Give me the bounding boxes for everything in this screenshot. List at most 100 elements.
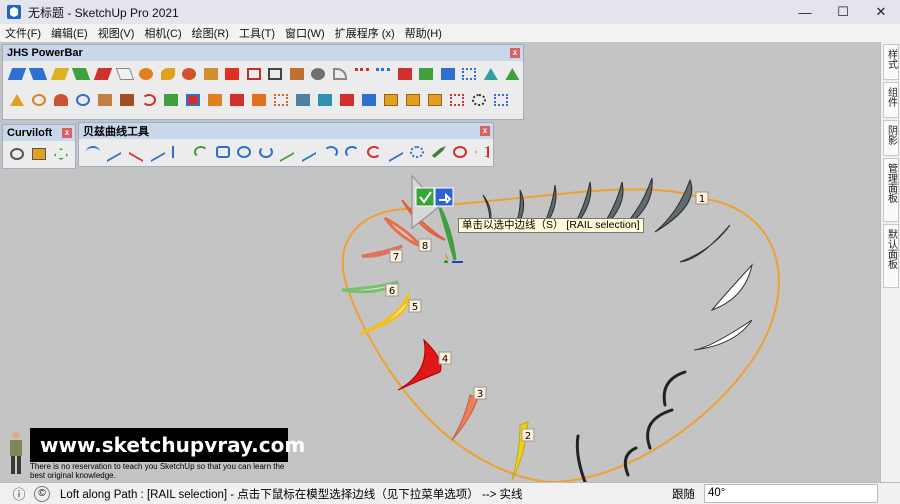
tray-tab-components[interactable]: 组件 [883,82,899,118]
loop-curve-icon[interactable] [342,141,364,163]
fspline-curve-icon[interactable] [169,141,191,163]
pb-tool-34-icon[interactable] [204,89,226,111]
curviloft-header[interactable]: Curviloft x [3,125,75,141]
bezier-close-icon[interactable]: x [480,126,490,136]
pb-tool-33-icon[interactable] [182,89,204,111]
pb-tool-20-icon[interactable] [415,63,437,85]
pb-tool-11-icon[interactable] [221,63,243,85]
pb-tool-17-icon[interactable] [351,63,373,85]
pb-tool-22-icon[interactable] [458,63,480,85]
pb-tool-7-icon[interactable] [135,63,157,85]
powerbar-close-icon[interactable]: x [510,48,520,58]
pb-tool-29-icon[interactable] [94,89,116,111]
pb-tool-2-icon[interactable] [28,63,50,85]
tray-tab-default[interactable]: 默认面板 [883,224,899,288]
minimize-button[interactable]: — [786,0,824,24]
pb-tool-36-icon[interactable] [248,89,270,111]
curviloft-panel: Curviloft x [2,124,76,169]
wrench-icon[interactable] [428,141,450,163]
menu-edit[interactable]: 编辑(E) [46,25,93,41]
bezier-curve-icon[interactable] [82,141,104,163]
hook-curve-icon[interactable] [320,141,342,163]
menu-file[interactable]: 文件(F) [0,25,46,41]
credit-icon[interactable]: © [34,485,50,502]
measurements-input[interactable]: 40° [704,484,878,503]
pb-tool-47-icon[interactable] [490,89,512,111]
pb-tool-41-icon[interactable] [358,89,380,111]
menu-draw[interactable]: 绘图(R) [187,25,234,41]
pb-tool-19-icon[interactable] [394,63,416,85]
pb-tool-23-icon[interactable] [480,63,502,85]
info-icon[interactable]: ⓘ [10,485,28,503]
pb-tool-25-icon[interactable] [6,89,28,111]
pb-tool-24-icon[interactable] [502,63,524,85]
marker-5: 5 [412,302,418,313]
pb-tool-32-icon[interactable] [160,89,182,111]
pb-tool-6-icon[interactable] [114,63,136,85]
powerbar-row-1 [3,61,523,87]
pb-tool-45-icon[interactable] [446,89,468,111]
menu-window[interactable]: 窗口(W) [280,25,330,41]
circle-curve-icon[interactable] [233,141,255,163]
marker-2: 2 [525,431,531,442]
pb-tool-27-icon[interactable] [50,89,72,111]
polyline-curve-icon[interactable] [104,141,126,163]
bezier-header[interactable]: 贝兹曲线工具 x [79,123,493,139]
pb-tool-37-icon[interactable] [270,89,292,111]
arc-curve-icon[interactable] [190,141,212,163]
tray-tab-manage[interactable]: 管理面板 [883,158,899,222]
pb-tool-16-icon[interactable] [329,63,351,85]
pb-tool-21-icon[interactable] [437,63,459,85]
pb-tool-31-icon[interactable] [138,89,160,111]
tray-tab-styles[interactable]: 样式 [883,44,899,80]
powerbar-header[interactable]: JHS PowerBar x [3,45,523,61]
pb-tool-10-icon[interactable] [200,63,222,85]
tray-tab-shadows[interactable]: 阴影 [883,120,899,156]
menu-extensions[interactable]: 扩展程序 (x) [330,25,400,41]
catmull-curve-icon[interactable] [147,141,169,163]
pb-tool-44-icon[interactable] [424,89,446,111]
pb-tool-46-icon[interactable] [468,89,490,111]
spiral-curve-icon[interactable] [255,141,277,163]
pb-tool-35-icon[interactable] [226,89,248,111]
pb-tool-15-icon[interactable] [308,63,330,85]
pb-tool-26-icon[interactable] [28,89,50,111]
pb-tool-8-icon[interactable] [157,63,179,85]
spline-curve-icon[interactable] [125,141,147,163]
cubic-curve-icon[interactable] [277,141,299,163]
pb-tool-12-icon[interactable] [243,63,265,85]
skin-contours-icon[interactable] [50,143,72,165]
pb-tool-14-icon[interactable] [286,63,308,85]
pb-tool-38-icon[interactable] [292,89,314,111]
curviloft-close-icon[interactable]: x [62,128,72,138]
menu-help[interactable]: 帮助(H) [400,25,447,41]
pb-tool-18-icon[interactable] [372,63,394,85]
pb-tool-4-icon[interactable] [71,63,93,85]
loft-along-path-icon[interactable] [28,143,50,165]
menu-tools[interactable]: 工具(T) [234,25,280,41]
convert-curve-icon[interactable] [406,141,428,163]
pb-tool-9-icon[interactable] [178,63,200,85]
rect-curve-icon[interactable] [212,141,234,163]
pb-tool-40-icon[interactable] [336,89,358,111]
pb-tool-30-icon[interactable] [116,89,138,111]
maximize-button[interactable]: ☐ [824,0,862,24]
pb-tool-43-icon[interactable] [402,89,424,111]
pb-tool-1-icon[interactable] [6,63,28,85]
menu-camera[interactable]: 相机(C) [139,25,186,41]
person-figure-icon [10,431,22,474]
pb-tool-28-icon[interactable] [72,89,94,111]
close-button[interactable]: ✕ [862,0,900,24]
pb-tool-42-icon[interactable] [380,89,402,111]
oval-curve-icon[interactable] [450,141,472,163]
pb-tool-3-icon[interactable] [49,63,71,85]
pb-tool-39-icon[interactable] [314,89,336,111]
menu-view[interactable]: 视图(V) [93,25,140,41]
triangle-curve-icon[interactable] [471,141,493,163]
open-arc-icon[interactable] [363,141,385,163]
pb-tool-13-icon[interactable] [265,63,287,85]
loft-by-spline-icon[interactable] [6,143,28,165]
pb-tool-5-icon[interactable] [92,63,114,85]
divider-curve-icon[interactable] [298,141,320,163]
edit-curve-icon[interactable] [385,141,407,163]
